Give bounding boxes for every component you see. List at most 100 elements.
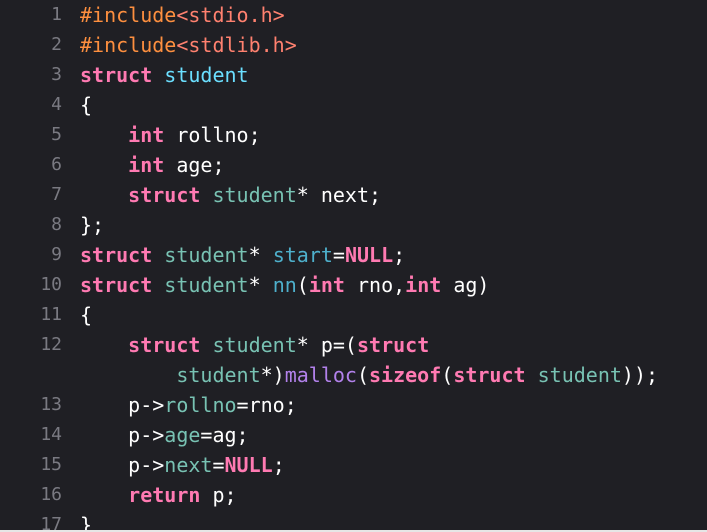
line-number: 9 xyxy=(51,244,62,265)
code-token: * p=( xyxy=(296,333,357,357)
code-token: } xyxy=(80,513,93,532)
code-token: *) xyxy=(260,363,285,387)
code-token: ; xyxy=(393,243,406,267)
line-number: 6 xyxy=(51,154,62,175)
code-line[interactable]: 17} xyxy=(0,510,707,532)
line-number: 12 xyxy=(40,334,62,355)
code-token: return xyxy=(128,483,201,507)
line-number: 10 xyxy=(40,274,62,295)
code-line[interactable]: student*)malloc(sizeof(struct student)); xyxy=(0,360,707,390)
code-token: ag) xyxy=(441,273,490,297)
code-token: ; xyxy=(272,453,285,477)
code-line[interactable]: 1 #include<stdio.h> xyxy=(0,0,707,30)
code-text: struct student* start=NULL; xyxy=(80,240,405,270)
code-token: rollno xyxy=(164,393,237,417)
line-number: 5 xyxy=(51,124,62,145)
code-token: <stdlib.h> xyxy=(176,33,297,57)
line-number: 14 xyxy=(40,424,62,445)
code-text: p->rollno=rno; xyxy=(80,390,297,420)
line-number: 2 xyxy=(51,34,62,55)
line-number: 16 xyxy=(40,484,62,505)
line-number: 8 xyxy=(51,214,62,235)
code-line[interactable]: 2 #include<stdlib.h> xyxy=(0,30,707,60)
code-line[interactable]: 15 p->next=NULL; xyxy=(0,450,707,480)
code-text: struct student* p=(struct xyxy=(80,330,429,360)
code-token: =ag; xyxy=(200,423,249,447)
code-text: { xyxy=(80,90,92,120)
code-token: struct xyxy=(80,63,153,87)
code-token: #include xyxy=(80,3,177,27)
code-token: student xyxy=(176,363,261,387)
code-token: { xyxy=(80,303,93,327)
code-line[interactable]: 12 struct student* p=(struct xyxy=(0,330,707,360)
code-token: struct xyxy=(80,243,153,267)
code-token: }; xyxy=(80,213,105,237)
code-text: return p; xyxy=(80,480,236,510)
code-line[interactable]: 8}; xyxy=(0,210,707,240)
code-line[interactable]: 6 int age; xyxy=(0,150,707,180)
line-number: 4 xyxy=(51,94,62,115)
code-token: )); xyxy=(621,363,659,387)
line-number: 13 xyxy=(40,394,62,415)
code-token: int xyxy=(308,273,345,297)
code-token: age xyxy=(164,423,201,447)
code-token: NULL xyxy=(344,243,394,267)
code-token: start xyxy=(272,243,333,267)
code-token: struct xyxy=(128,333,201,357)
code-line[interactable]: 13 p->rollno=rno; xyxy=(0,390,707,420)
code-token: * xyxy=(248,243,273,267)
code-token: p-> xyxy=(80,393,165,417)
code-token: ( xyxy=(441,363,454,387)
code-line[interactable]: 14 p->age=ag; xyxy=(0,420,707,450)
code-token: student xyxy=(212,333,297,357)
code-token: student xyxy=(164,273,249,297)
code-text: struct student xyxy=(80,60,249,90)
code-token: = xyxy=(212,453,225,477)
code-token: * xyxy=(248,273,273,297)
code-token: rollno; xyxy=(164,123,261,147)
code-line[interactable]: 3 struct student xyxy=(0,60,707,90)
line-number: 3 xyxy=(51,64,62,85)
code-token: #include xyxy=(80,33,177,57)
code-token: <stdio.h> xyxy=(176,3,285,27)
code-token: sizeof xyxy=(369,363,442,387)
code-token: int xyxy=(405,273,442,297)
code-line[interactable]: 11 { xyxy=(0,300,707,330)
code-token: =rno; xyxy=(236,393,297,417)
code-line[interactable]: 10 struct student* nn(int rno,int ag) xyxy=(0,270,707,300)
code-token: * next; xyxy=(296,183,382,207)
code-token: struct xyxy=(453,363,526,387)
code-text: p->next=NULL; xyxy=(80,450,285,480)
code-token: next xyxy=(164,453,213,477)
line-number: 1 xyxy=(51,4,62,25)
code-token: struct xyxy=(128,183,201,207)
code-text: #include<stdlib.h> xyxy=(80,30,297,60)
code-token: = xyxy=(332,243,345,267)
code-token: student xyxy=(164,63,249,87)
code-token: struct xyxy=(80,273,153,297)
code-line[interactable]: 9 struct student* start=NULL; xyxy=(0,240,707,270)
code-token: nn xyxy=(272,273,297,297)
code-line[interactable]: 5 int rollno; xyxy=(0,120,707,150)
code-token: struct xyxy=(356,333,430,357)
line-number: 11 xyxy=(40,304,62,325)
code-token: int xyxy=(128,123,165,147)
code-line[interactable]: 16 return p; xyxy=(0,480,707,510)
code-token: NULL xyxy=(224,453,273,477)
code-token: { xyxy=(80,93,93,117)
code-text: student*)malloc(sizeof(struct student)); xyxy=(80,360,658,390)
code-text: struct student* next; xyxy=(80,180,381,210)
code-line[interactable]: 4{ xyxy=(0,90,707,120)
code-editor[interactable]: 1 #include<stdio.h> 2 #include<stdlib.h> 3st… xyxy=(0,0,707,532)
code-line[interactable]: 7 struct student* next; xyxy=(0,180,707,210)
code-token: student xyxy=(212,183,297,207)
